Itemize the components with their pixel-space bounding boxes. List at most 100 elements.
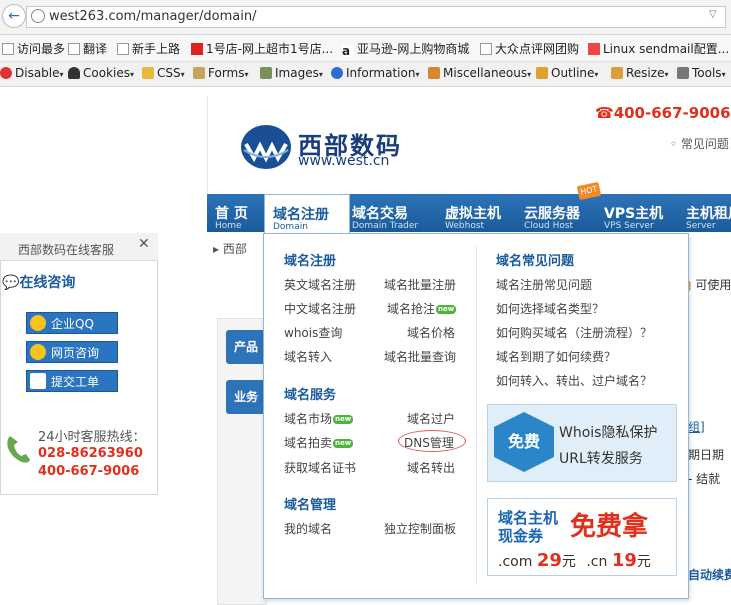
peek-group[interactable]: 组] [688,418,705,435]
phone-icon [7,436,31,463]
link-domain-snap[interactable]: 域名抢注 new [387,300,457,317]
smiley-icon [30,344,46,360]
link-domain-price[interactable]: 域名价格 [407,324,455,341]
site-logo-url: www.west.cn [298,153,390,169]
wd-outline[interactable]: Outline▾ [536,66,598,80]
dns-highlight-circle [398,430,466,452]
wd-forms[interactable]: Forms▾ [193,66,249,80]
link-faq-register[interactable]: 域名注册常见问题 [496,276,592,293]
bookmark-amazon[interactable]: a 亚马逊-网上购物商城 [342,40,469,57]
section-domain-faq: 域名常见问题 [496,254,575,269]
link-whois[interactable]: whois查询 [284,324,342,341]
page-icon [117,43,129,55]
ticket-icon [30,373,46,389]
arrow-icon: ▸ [213,242,223,256]
phone-icon: ☎ [595,104,614,122]
promo-whois-line2: URL转发服务 [559,451,643,467]
bookmark-most-visited[interactable]: 访问最多 [2,40,65,57]
person-icon [68,67,80,79]
wd-miscellaneous[interactable]: Miscellaneous▾ [428,66,531,80]
peek-renew[interactable]: 自动续费 [688,566,731,583]
link-domain-certificate[interactable]: 获取域名证书 [284,459,356,476]
wd-tools[interactable]: Tools▾ [677,66,726,80]
promo-whois-line1: Whois隐私保护 [559,425,658,441]
wd-cookies[interactable]: Cookies▾ [68,66,134,80]
cs-web-consult-button[interactable]: 网页咨询 [26,341,118,363]
link-domain-ownership[interactable]: 域名过户 [407,410,455,427]
url-text[interactable]: west263.com/manager/domain/ [49,9,256,24]
nav-server[interactable]: 主机租用Server [678,194,731,232]
breadcrumb: ▸ 西部 [213,242,247,256]
clipboard-icon [193,67,205,79]
link-faq-buy[interactable]: 如何购买域名（注册流程）？ [496,324,652,341]
page-icon [588,43,600,55]
section-domain-manage: 域名管理 [284,498,337,513]
cs-ticket-button[interactable]: 提交工单 [26,370,118,392]
nav-domain[interactable]: 域名注册 Domain [264,194,350,235]
nav-webhost[interactable]: 虚拟主机 Webhost [437,194,513,232]
nav-vps[interactable]: VPS主机 VPS Server [596,194,676,232]
qq-icon [30,315,46,331]
page-icon [480,43,492,55]
nav-home[interactable]: 首 页 Home [207,194,263,232]
link-faq-type[interactable]: 如何选择域名类型？ [496,300,604,317]
wd-css[interactable]: CSS▾ [142,66,185,80]
link-batch-query[interactable]: 域名批量查询 [384,348,456,365]
nav-domain-trader[interactable]: 域名交易 Domain Trader [344,194,430,232]
bookmark-dianping[interactable]: 大众点评网团购 [480,40,579,57]
side-tab-products[interactable]: 产品 [226,330,266,364]
bookmark-getting-started[interactable]: 新手上路 [117,40,180,57]
disable-icon [0,67,12,79]
link-en-domain-register[interactable]: 英文域名注册 [284,276,356,293]
new-badge: new [333,439,354,448]
cs-online-consult: 💬在线咨询 [2,275,76,291]
bookmark-sendmail[interactable]: Linux sendmail配置... [588,40,729,57]
page-icon [68,43,80,55]
promo-voucher-line-b: 现金券 [498,527,544,545]
cs-title: 西部数码在线客服 [18,243,115,257]
url-dropdown-icon[interactable]: ▽ [709,9,717,20]
pencil-icon [142,67,154,79]
pencil-icon [611,67,623,79]
section-domain-service: 域名服务 [284,388,337,403]
gear-icon [2,43,14,55]
link-batch-register[interactable]: 域名批量注册 [384,276,456,293]
side-tab-business[interactable]: 业务 [226,380,266,414]
link-domain-market[interactable]: 域名市场 new [284,410,354,427]
link-domain-transfer-out[interactable]: 域名转出 [407,459,455,476]
back-button[interactable]: ← [2,4,26,28]
peek-end: - 结就 [688,472,721,486]
dot-icon: ◦ [670,137,681,151]
cs-hotline-2: 400-667-9006 [38,464,140,479]
chat-icon: 💬 [2,275,20,291]
close-icon[interactable]: ✕ [138,236,150,252]
amazon-icon: a [342,45,354,57]
link-faq-transfer[interactable]: 如何转入、转出、过户域名？ [496,372,652,389]
cs-hotline-label: 24小时客服热线： [38,430,146,445]
dropdown-divider [476,245,477,585]
link-cn-domain-register[interactable]: 中文域名注册 [284,300,356,317]
wd-resize[interactable]: Resize▾ [611,66,668,80]
link-domain-auction[interactable]: 域名拍卖 new [284,434,354,451]
image-icon [260,67,272,79]
peek-available: ▮ 可使用 [685,278,731,292]
link-faq-renew[interactable]: 域名到期了如何续费？ [496,348,616,365]
info-icon [331,67,343,79]
bookmark-yhd[interactable]: 1号店-网上超市1号店... [191,40,333,57]
promo-voucher-prices: .com 29元 .cn 19元 [498,550,651,571]
yhd-icon [191,43,203,55]
promo-voucher-free: 免费拿 [570,512,649,542]
link-control-panel[interactable]: 独立控制面板 [384,520,456,537]
wd-information[interactable]: Information▾ [331,66,419,80]
pencil-icon [536,67,548,79]
cs-qq-button[interactable]: 企业QQ [26,312,118,334]
west-logo-icon[interactable] [240,124,292,170]
bookmark-translate[interactable]: 翻译 [68,40,107,57]
wd-images[interactable]: Images▾ [260,66,323,80]
book-icon [428,67,440,79]
header-faq-link[interactable]: ◦ 常见问题 [670,135,729,152]
link-domain-transfer-in[interactable]: 域名转入 [284,348,332,365]
nav-cloud-host[interactable]: 云服务器 Cloud Host [516,194,596,232]
wd-disable[interactable]: Disable▾ [0,66,64,80]
link-my-domains[interactable]: 我的域名 [284,520,332,537]
